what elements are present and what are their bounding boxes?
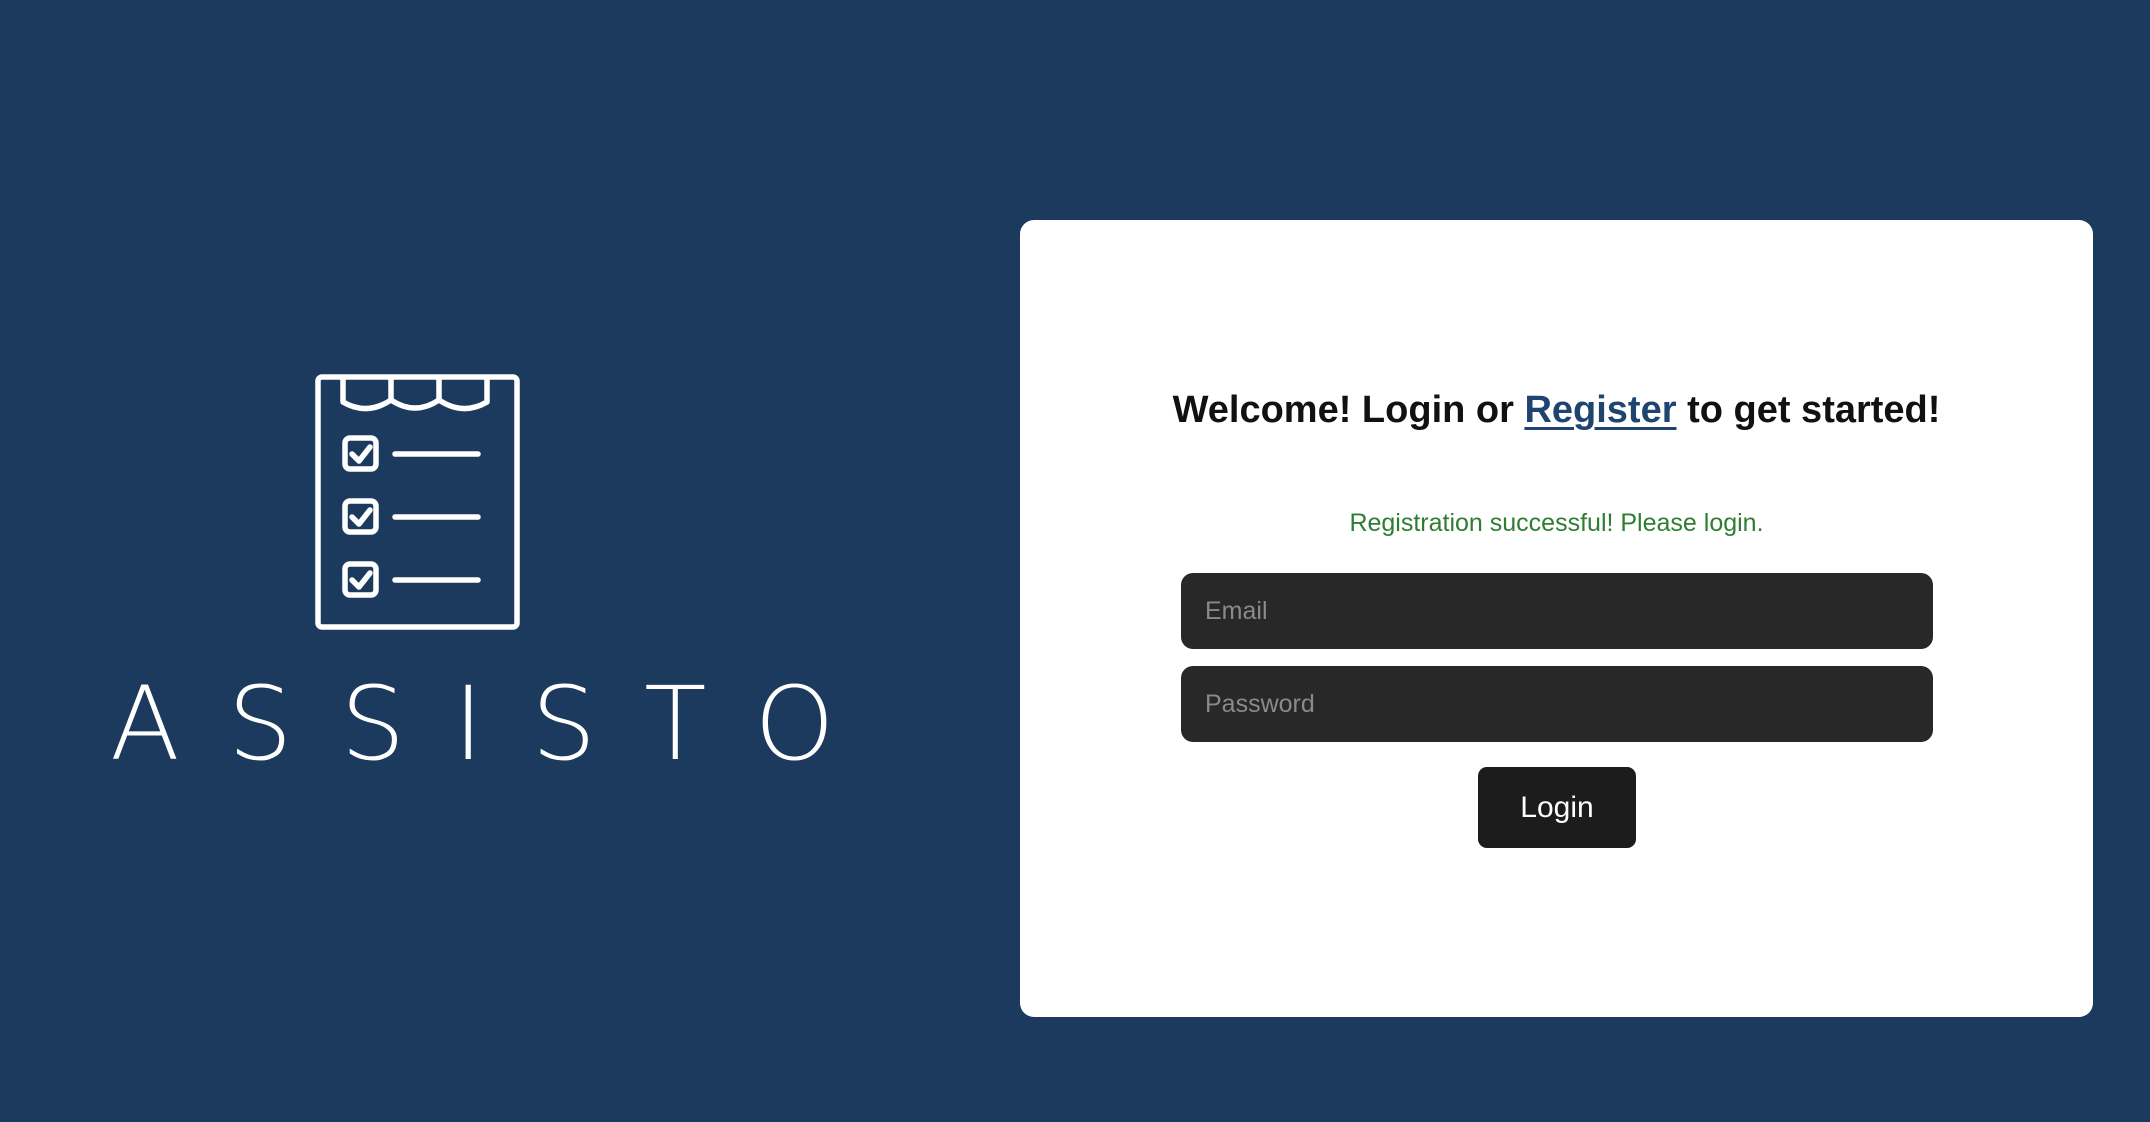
- brand-panel: ASSISTO: [100, 370, 835, 790]
- heading-suffix: to get started!: [1676, 389, 1941, 431]
- success-message: Registration successful! Please login.: [1349, 509, 1764, 537]
- login-page: ASSISTO Welcome! Login or Register to ge…: [0, 0, 2150, 1122]
- login-button[interactable]: Login: [1478, 767, 1636, 848]
- clipboard-checklist-icon: [315, 374, 520, 630]
- heading-prefix: Welcome! Login or: [1172, 389, 1525, 431]
- welcome-heading: Welcome! Login or Register to get starte…: [1020, 385, 2093, 435]
- brand-name: ASSISTO: [110, 665, 883, 784]
- email-field[interactable]: [1181, 573, 1933, 649]
- password-field[interactable]: [1181, 666, 1933, 742]
- login-card: Welcome! Login or Register to get starte…: [1020, 220, 2093, 1017]
- register-link[interactable]: Register: [1524, 389, 1676, 431]
